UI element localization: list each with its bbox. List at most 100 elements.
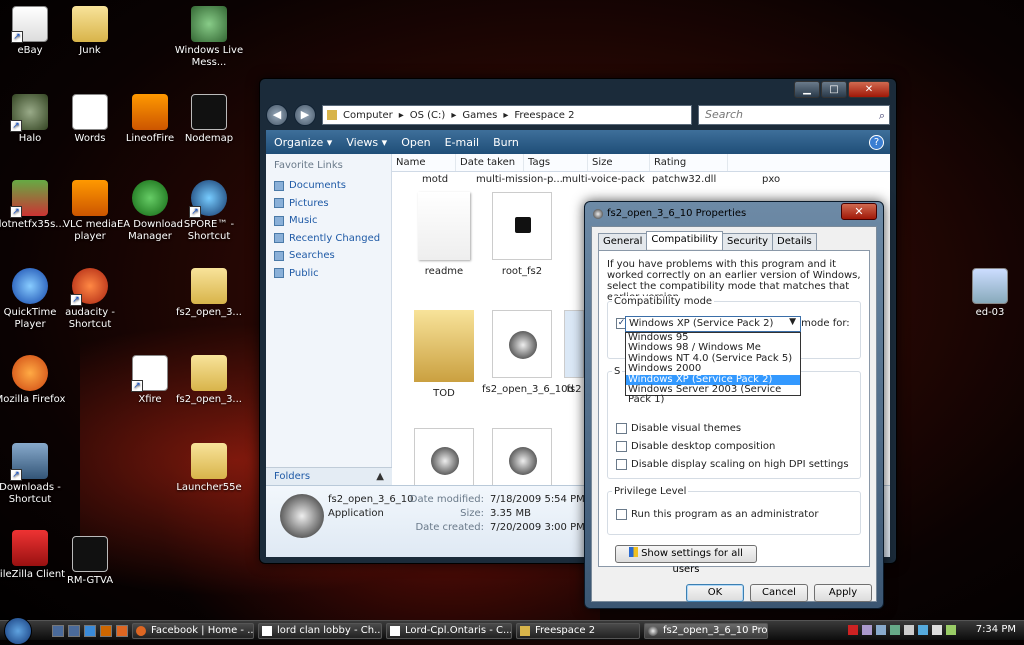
tray-app-icon[interactable] [946, 625, 956, 635]
tray-app-icon[interactable] [862, 625, 872, 635]
desktop-icon-fs2-open-zip-2[interactable]: fs2_open_3... [173, 355, 245, 406]
file-fs2-open-3-6-10d[interactable]: fs2_open_3_6_10d [482, 310, 574, 395]
desktop-icon-label: Mozilla Firefox [0, 394, 66, 405]
file-label: fs2_open_3_6_10d [482, 384, 574, 395]
desktop-icon-rm-gtva[interactable]: RM-GTVA [54, 536, 126, 587]
taskbar-item-properties[interactable]: fs2_open_3_6_10 Pro... [644, 623, 768, 639]
desktop-icon-windows-live-messenger[interactable]: Windows Live Mess... [173, 6, 245, 69]
desktop-icon-junk[interactable]: Junk [54, 6, 126, 57]
file-root-fs2[interactable]: root_fs2 [482, 192, 562, 277]
nav-item-documents[interactable]: Documents [274, 177, 383, 195]
taskbar-item-ontaris[interactable]: Lord-Cpl.Ontaris - C... [386, 623, 512, 639]
desktop-icon-launcher55e[interactable]: Launcher55e [173, 443, 245, 494]
taskbar-item-facebook[interactable]: Facebook | Home - ... [132, 623, 254, 639]
desktop-icon-nodemap[interactable]: Nodemap [173, 94, 245, 145]
burn-button[interactable]: Burn [493, 136, 519, 149]
nav-item-searches[interactable]: Searches [274, 247, 383, 265]
desktop-icon-ed-03[interactable]: ed-03 [954, 268, 1024, 319]
taskbar-clock[interactable]: 7:34 PM [976, 624, 1016, 635]
chevron-up-icon: ▲ [376, 471, 384, 482]
compatibility-mode-select[interactable]: Windows XP (Service Pack 2) ▼ [625, 316, 801, 332]
breadcrumb-freespace-2[interactable]: Freespace 2 [514, 110, 574, 121]
email-button[interactable]: E-mail [445, 136, 480, 149]
tab-security[interactable]: Security [721, 233, 774, 251]
folders-toggle[interactable]: Folders ▲ [266, 467, 392, 485]
disable-visual-themes-checkbox[interactable]: Disable visual themes [616, 423, 741, 434]
address-bar[interactable]: Computer ▸ OS (C:) ▸ Games ▸ Freespace 2 [322, 105, 692, 125]
zip-folder-icon [191, 443, 227, 479]
firefox-icon[interactable] [116, 625, 128, 637]
breadcrumb-separator: ▸ [451, 109, 457, 121]
desktop-icon-firefox[interactable]: Mozilla Firefox [0, 355, 66, 406]
file-pxo[interactable]: pxo [762, 174, 780, 185]
tray-app-icon[interactable] [890, 625, 900, 635]
open-button[interactable]: Open [401, 136, 430, 149]
switch-windows-icon[interactable] [68, 625, 80, 637]
disable-desktop-composition-checkbox[interactable]: Disable desktop composition [616, 441, 775, 452]
file-thumbnail[interactable] [404, 428, 484, 485]
apply-button[interactable]: Apply [814, 584, 872, 602]
file-readme[interactable]: readme [404, 192, 484, 277]
show-desktop-icon[interactable] [52, 625, 64, 637]
ok-button[interactable]: OK [686, 584, 744, 602]
column-name[interactable]: Name [392, 154, 456, 171]
disable-dpi-scaling-checkbox[interactable]: Disable display scaling on high DPI sett… [616, 459, 849, 470]
taskbar-item-clan-lobby[interactable]: lord clan lobby - Ch... [258, 623, 382, 639]
nav-item-music[interactable]: Music [274, 212, 383, 230]
checkbox-unchecked-icon [616, 441, 627, 452]
views-button[interactable]: Views ▾ [346, 136, 387, 149]
minimize-button[interactable]: ▁ [794, 81, 820, 98]
nav-item-pictures[interactable]: Pictures [274, 195, 383, 213]
nav-item-recently-changed[interactable]: Recently Changed [274, 230, 383, 248]
desktop-icon-fs2-open-zip-1[interactable]: fs2_open_3... [173, 268, 245, 319]
option-windows-server-2003[interactable]: Windows Server 2003 (Service Pack 1) [626, 384, 800, 404]
breadcrumb-os-c[interactable]: OS (C:) [410, 110, 446, 121]
desktop-icon-downloads[interactable]: ↗ Downloads - Shortcut [0, 443, 66, 506]
run-as-admin-checkbox[interactable]: Run this program as an administrator [616, 509, 818, 520]
file-label: fs2 [566, 384, 582, 395]
tray-app-icon[interactable] [876, 625, 886, 635]
breadcrumb-games[interactable]: Games [462, 110, 497, 121]
desktop-icon-audacity[interactable]: ↗ audacity - Shortcut [54, 268, 126, 331]
search-icon[interactable]: ⌕ [879, 107, 885, 125]
column-size[interactable]: Size [588, 154, 650, 171]
volume-icon[interactable] [932, 625, 942, 635]
file-fs2-selected[interactable]: fs2 [564, 310, 584, 395]
tray-app-icon[interactable] [848, 625, 858, 635]
taskbar-item-freespace-2[interactable]: Freespace 2 [516, 623, 640, 639]
column-date-taken[interactable]: Date taken [456, 154, 524, 171]
network-icon[interactable] [918, 625, 928, 635]
maximize-button[interactable]: □ [821, 81, 847, 98]
search-input[interactable]: Search ⌕ [698, 105, 890, 125]
music-icon [274, 215, 284, 226]
nav-item-public[interactable]: Public [274, 265, 383, 283]
file-thumbnail[interactable] [482, 428, 562, 485]
tab-general[interactable]: General [598, 233, 648, 251]
breadcrumb-computer[interactable]: Computer [343, 110, 393, 121]
option-windows-2000[interactable]: Windows 2000 [626, 363, 800, 374]
show-settings-all-users-button[interactable]: Show settings for all users [615, 545, 757, 575]
forward-button[interactable]: ▶ [294, 104, 316, 126]
desktop-icon-label: Windows Live Mess... [174, 45, 244, 68]
file-multi-voice-pack[interactable]: multi-voice-pack [562, 174, 645, 185]
file-motd[interactable]: motd [422, 174, 448, 185]
media-player-icon[interactable] [100, 625, 112, 637]
file-multi-mission[interactable]: multi-mission-p... [476, 174, 563, 185]
address-row: ◀ ▶ Computer ▸ OS (C:) ▸ Games ▸ Freespa… [266, 103, 890, 127]
file-tod[interactable]: TOD [404, 310, 484, 399]
tab-details[interactable]: Details [772, 233, 817, 251]
file-patchw32[interactable]: patchw32.dll [652, 174, 716, 185]
help-icon[interactable]: ? [869, 134, 884, 150]
dialog-close-button[interactable]: ✕ [841, 203, 877, 220]
tray-app-icon[interactable] [904, 625, 914, 635]
tab-compatibility[interactable]: Compatibility [646, 231, 723, 249]
start-button[interactable] [4, 617, 32, 645]
close-button[interactable]: ✕ [848, 81, 890, 98]
organize-button[interactable]: Organize ▾ [274, 136, 332, 149]
cancel-button[interactable]: Cancel [750, 584, 808, 602]
column-rating[interactable]: Rating [650, 154, 728, 171]
internet-explorer-icon[interactable] [84, 625, 96, 637]
desktop-icon-spore[interactable]: ↗ SPORE™ - Shortcut [173, 180, 245, 243]
column-tags[interactable]: Tags [524, 154, 588, 171]
back-button[interactable]: ◀ [266, 104, 288, 126]
